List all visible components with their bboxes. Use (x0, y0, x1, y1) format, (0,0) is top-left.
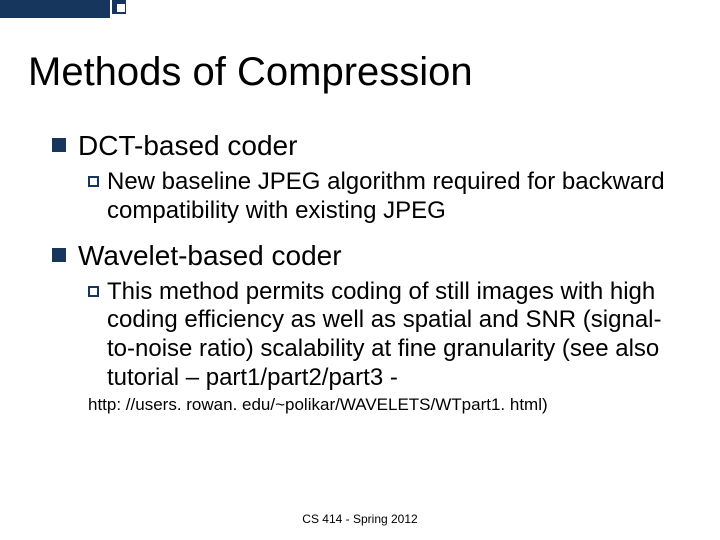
sub-bullet-item: New baseline JPEG algorithm required for… (88, 168, 672, 226)
bullet-heading: DCT-based coder (78, 130, 297, 162)
decorative-square (116, 3, 126, 13)
filled-square-bullet-icon (52, 138, 66, 152)
decorative-top-bar (0, 0, 720, 18)
bullet-item: Wavelet-based coder (52, 240, 672, 272)
url-text: http: //users. rowan. edu/~polikar/WAVEL… (88, 395, 672, 415)
sub-bullet-text: This method permits coding of still imag… (107, 278, 672, 393)
bullet-item: DCT-based coder (52, 130, 672, 162)
decorative-bar-segment (0, 0, 110, 18)
sub-bullet-item: This method permits coding of still imag… (88, 278, 672, 393)
slide-footer: CS 414 - Spring 2012 (0, 512, 720, 526)
bullet-heading: Wavelet-based coder (78, 240, 342, 272)
filled-square-bullet-icon (52, 248, 66, 262)
sub-bullet-text: New baseline JPEG algorithm required for… (107, 168, 672, 226)
slide-content: DCT-based coder New baseline JPEG algori… (52, 130, 672, 415)
hollow-square-bullet-icon (88, 176, 99, 187)
slide-title: Methods of Compression (28, 50, 473, 95)
hollow-square-bullet-icon (88, 286, 99, 297)
